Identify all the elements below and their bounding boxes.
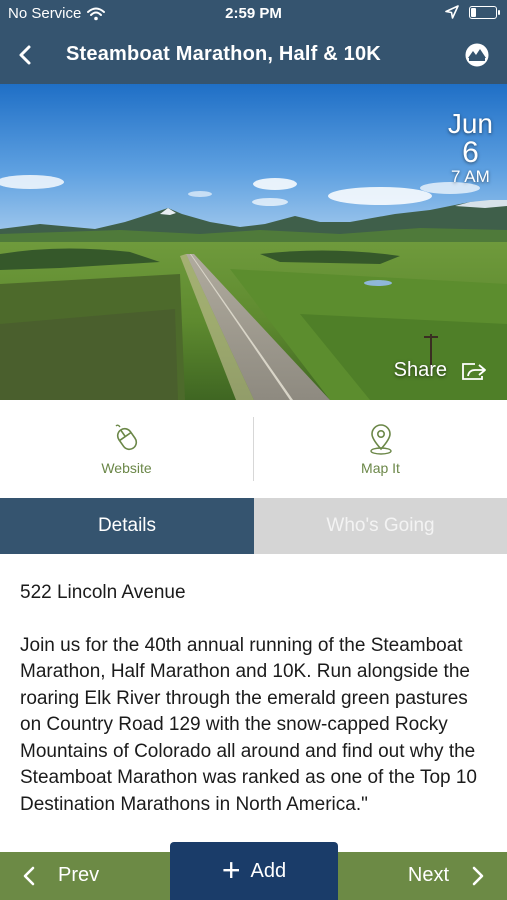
prev-label: Prev [58, 864, 100, 886]
hero-image: Jun 6 7 AM Share [0, 84, 507, 400]
event-address: 522 Lincoln Avenue [20, 582, 186, 603]
next-button[interactable]: Next [408, 864, 485, 887]
landscape-photo [0, 84, 507, 400]
page-title: Steamboat Marathon, Half & 10K [66, 43, 381, 65]
details-content: 522 Lincoln Avenue Join us for the 40th … [0, 554, 507, 852]
prev-button[interactable]: Prev [22, 864, 99, 887]
event-time: 7 AM [451, 167, 490, 186]
app-logo-icon[interactable] [463, 41, 491, 69]
share-icon [462, 362, 486, 380]
chevron-right-icon [472, 866, 484, 885]
website-label: Website [101, 460, 152, 476]
action-row: Website Map It [0, 400, 507, 498]
plus-icon: + [221, 851, 241, 888]
add-label: Add [250, 859, 287, 882]
status-time: 2:59 PM [225, 5, 282, 22]
event-description: Join us for the 40th annual running of t… [20, 634, 478, 815]
location-arrow-icon [445, 5, 459, 19]
share-button[interactable]: Share [394, 359, 487, 382]
event-day: 6 [462, 136, 479, 169]
chevron-left-icon[interactable] [12, 40, 40, 70]
map-it-button[interactable]: Map It [254, 422, 507, 476]
add-button[interactable]: + Add [170, 842, 338, 900]
status-right [445, 5, 500, 19]
status-bar: No Service 2:59 PM [0, 0, 507, 26]
map-pin-icon [369, 424, 392, 455]
chevron-left-icon [23, 866, 35, 885]
website-button[interactable]: Website [0, 422, 253, 476]
event-date-badge: Jun 6 7 AM [447, 108, 493, 186]
tab-whos-going[interactable]: Who's Going [254, 498, 507, 554]
tab-details[interactable]: Details [0, 498, 254, 554]
battery-icon [469, 5, 500, 19]
map-it-label: Map It [361, 460, 400, 476]
tab-bar: Details Who's Going [0, 498, 507, 554]
nav-bar: Steamboat Marathon, Half & 10K [0, 26, 507, 84]
next-label: Next [407, 864, 449, 886]
share-label: Share [393, 359, 447, 381]
event-month: Jun [447, 108, 493, 139]
mouse-icon [115, 424, 137, 451]
